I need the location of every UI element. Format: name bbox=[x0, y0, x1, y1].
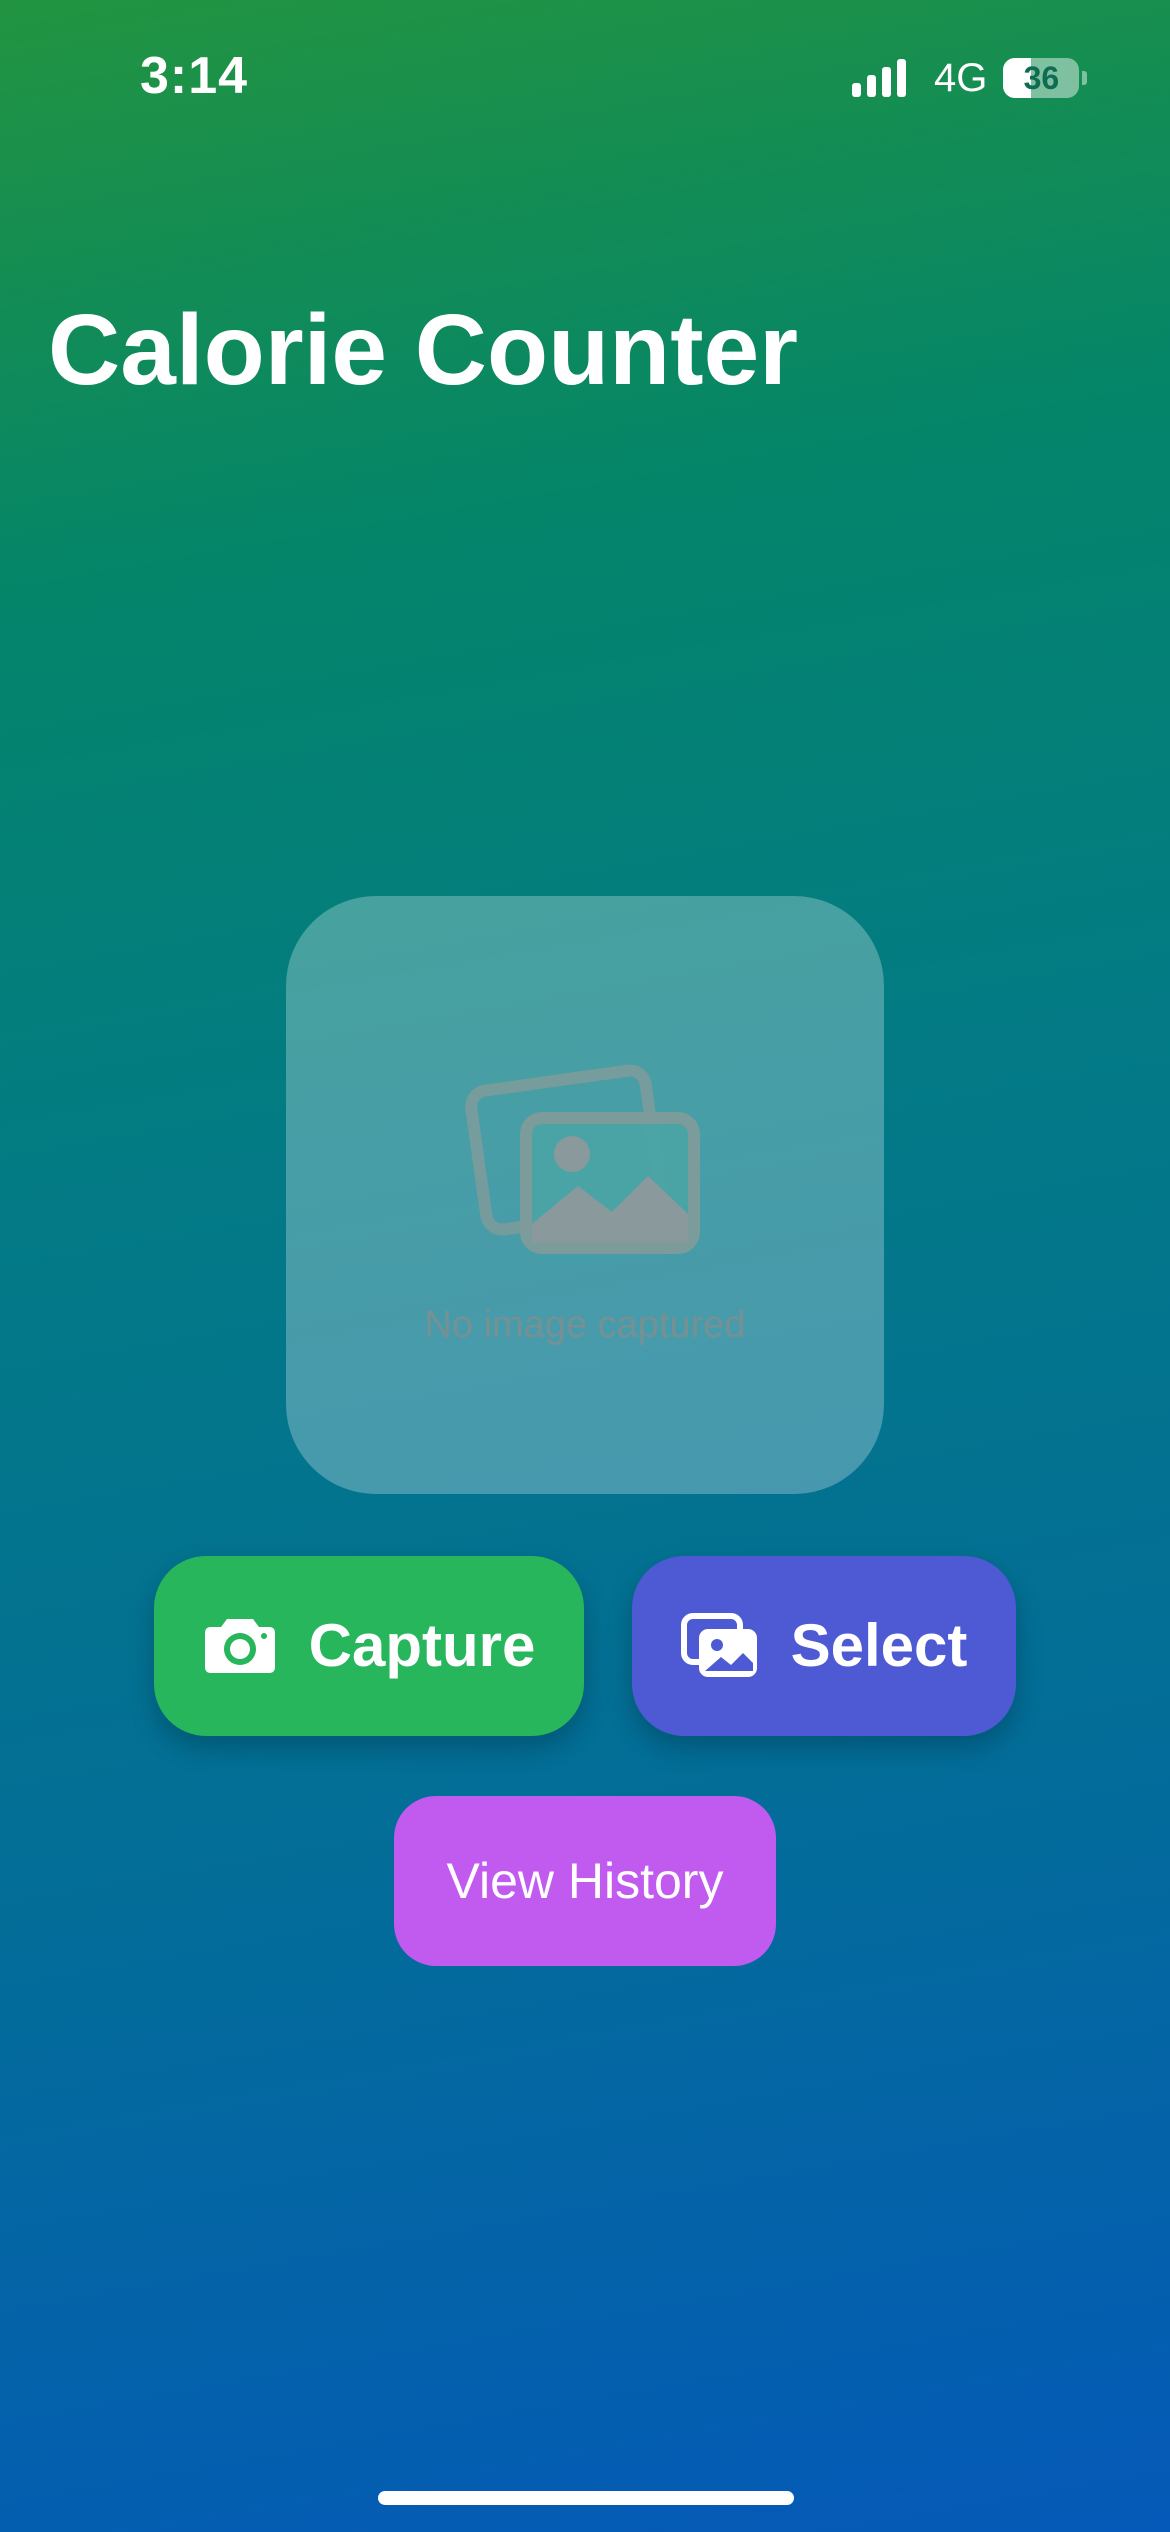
capture-button[interactable]: Capture bbox=[154, 1556, 584, 1736]
page-title: Calorie Counter bbox=[48, 294, 799, 406]
capture-label: Capture bbox=[308, 1612, 536, 1679]
battery-level: 36 bbox=[1023, 60, 1060, 96]
battery-tip bbox=[1082, 71, 1088, 85]
network-type: 4G bbox=[934, 56, 988, 100]
select-label: Select bbox=[790, 1612, 968, 1679]
image-preview: No image captured bbox=[286, 896, 884, 1494]
camera-icon bbox=[204, 1619, 275, 1673]
photo-library-icon bbox=[680, 1613, 757, 1677]
home-indicator[interactable] bbox=[378, 2491, 794, 2505]
status-bar: 3:14 4G 36 bbox=[0, 0, 1170, 150]
battery-icon: 36 bbox=[1003, 58, 1080, 98]
photo-stack-icon bbox=[465, 1064, 700, 1254]
placeholder-text: No image captured bbox=[424, 1304, 746, 1346]
view-history-button[interactable]: View History bbox=[394, 1796, 776, 1966]
status-indicators: 4G 36 bbox=[852, 54, 1088, 102]
status-time: 3:14 bbox=[140, 47, 249, 105]
select-button[interactable]: Select bbox=[632, 1556, 1016, 1736]
cellular-signal-icon bbox=[852, 59, 912, 97]
view-history-label: View History bbox=[446, 1853, 724, 1909]
